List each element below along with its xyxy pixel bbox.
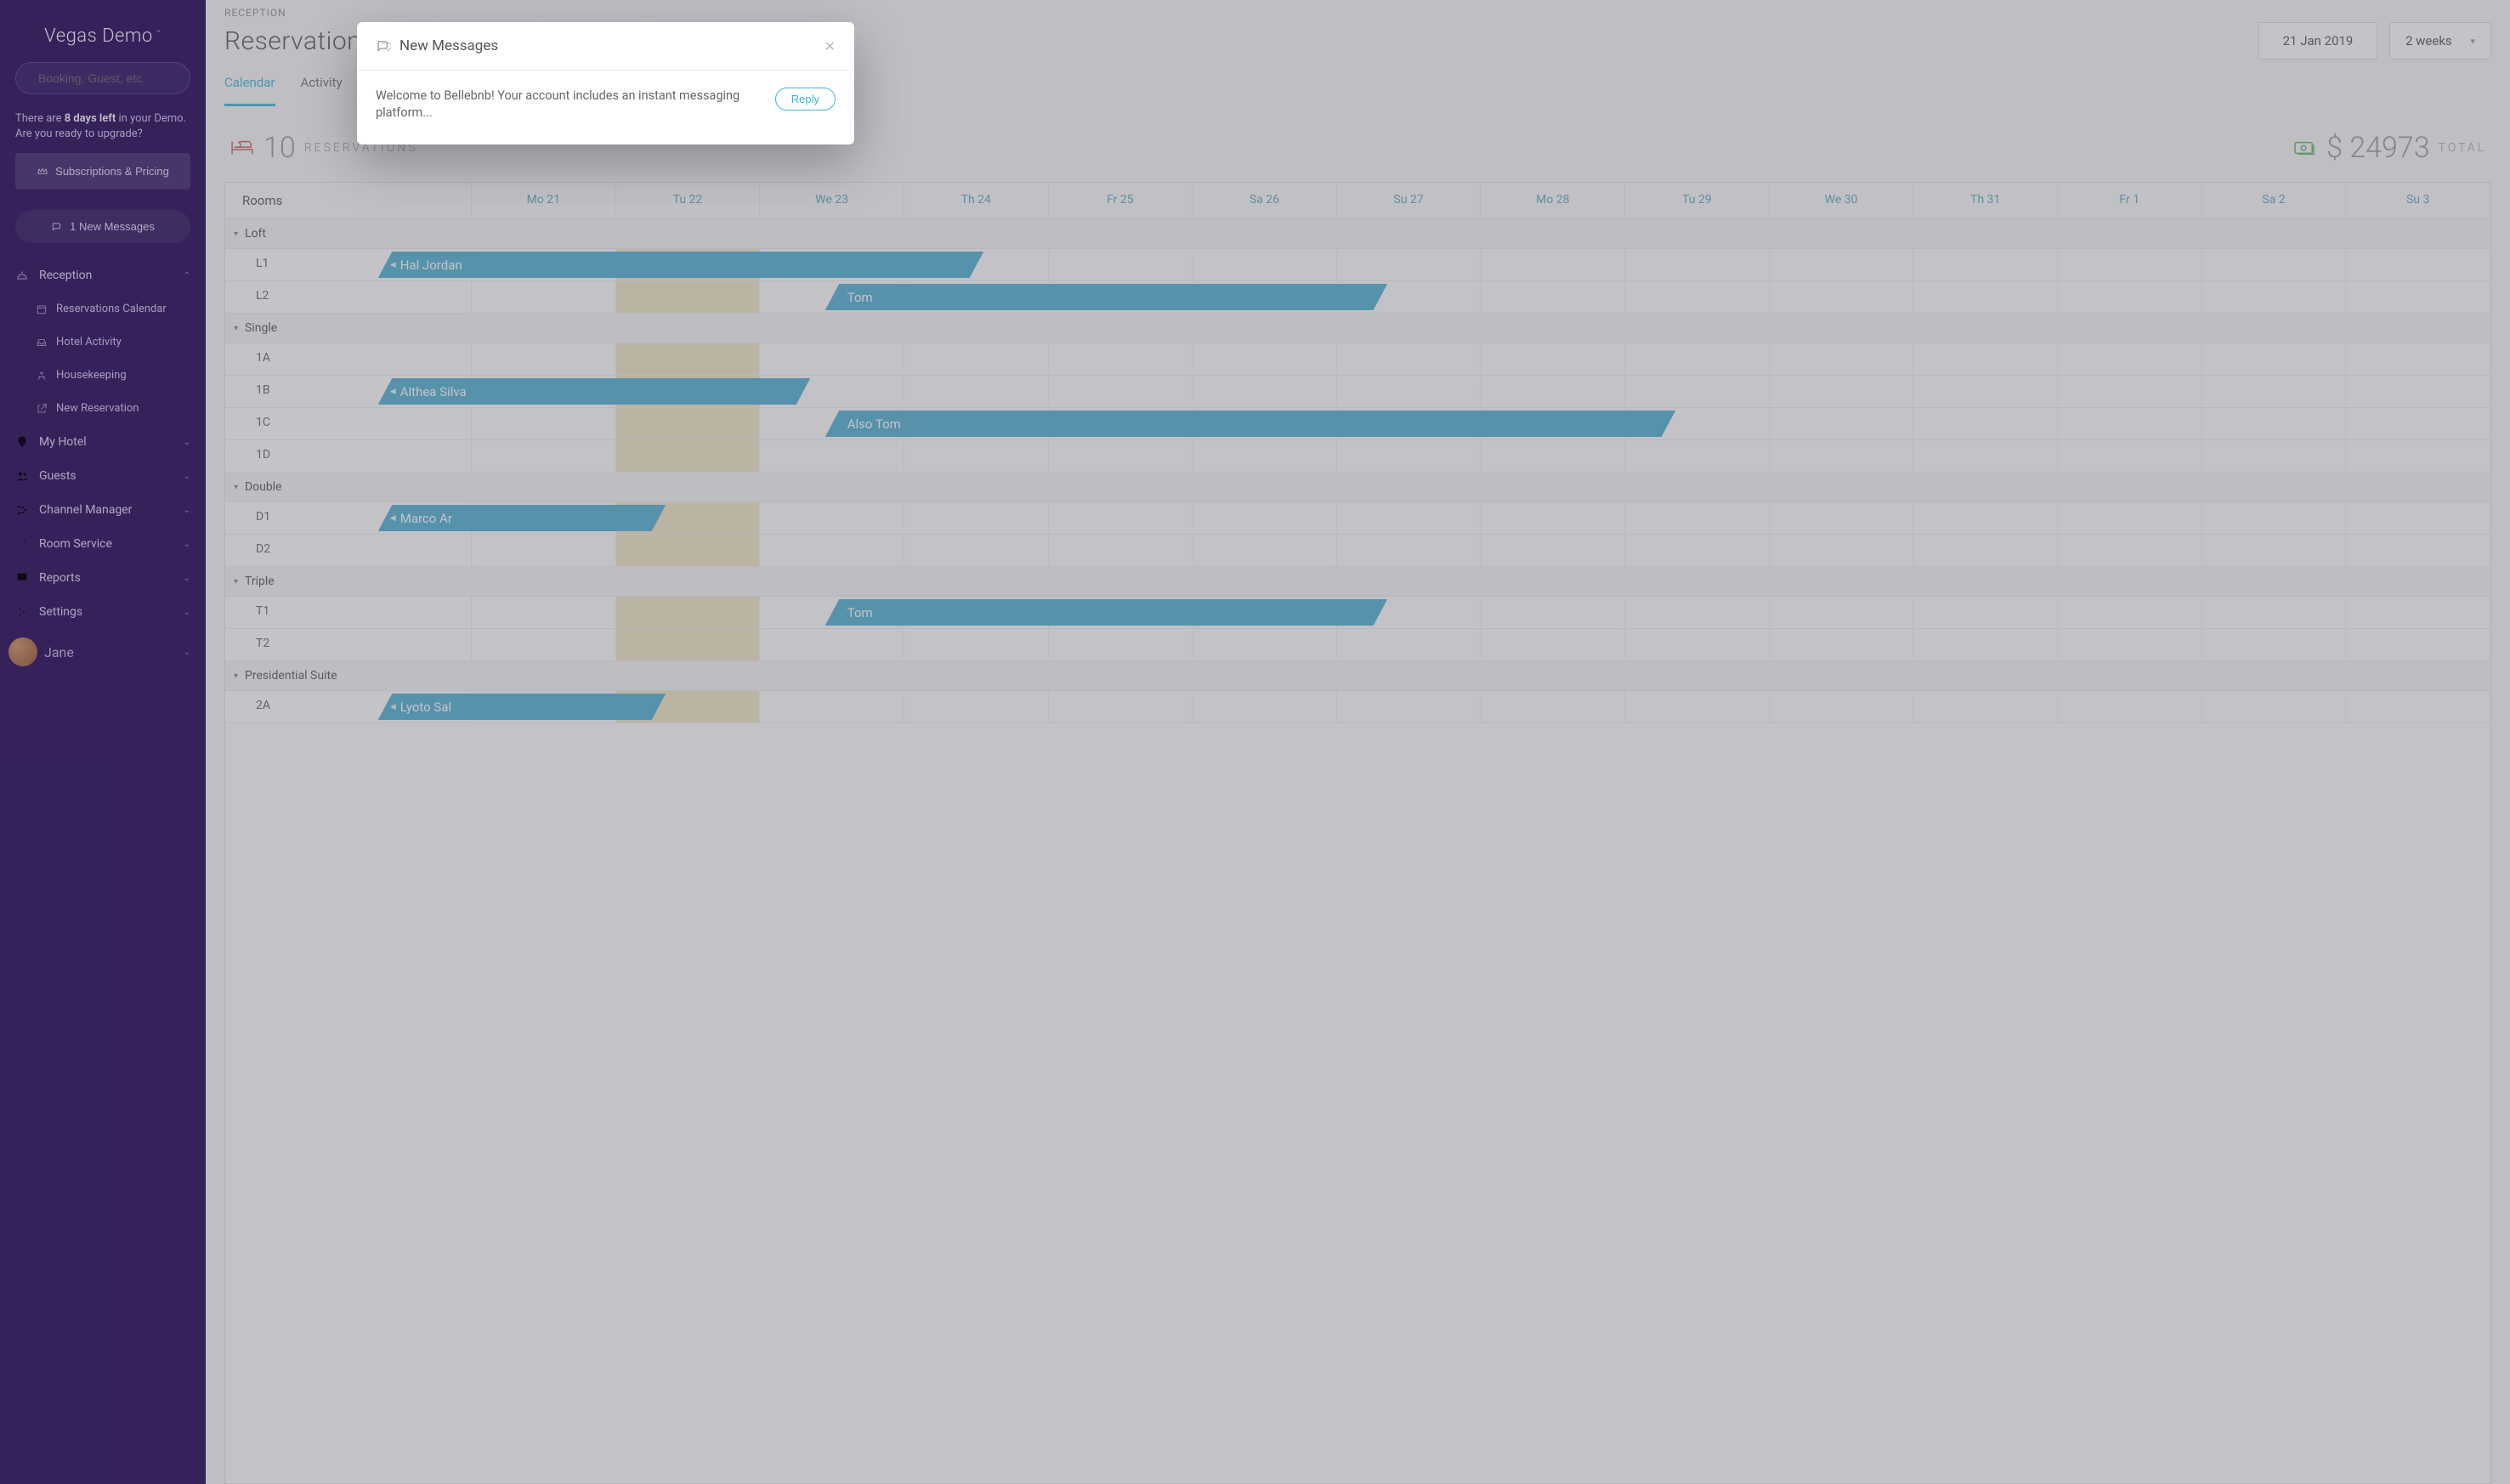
modal-title: New Messages (399, 37, 498, 54)
modal-overlay[interactable] (206, 0, 2510, 1484)
user-menu[interactable]: Jane ⌄ (0, 629, 206, 678)
chevron-down-icon: ⌄ (184, 540, 190, 549)
chat-icon (376, 38, 391, 54)
external-link-icon (36, 403, 48, 415)
reply-button[interactable]: Reply (775, 88, 836, 110)
new-messages-modal: New Messages ✕ Welcome to Bellebnb! Your… (357, 22, 854, 144)
nav-guests[interactable]: Guests⌄ (0, 459, 206, 493)
nav: Reception⌃ Reservations Calendar Hotel A… (0, 258, 206, 1484)
user-name: Jane (44, 644, 74, 660)
hotel-switcher[interactable]: Vegas Demo (0, 10, 206, 62)
main: RECEPTION Reservations 21 Jan 2019 2 wee… (206, 0, 2510, 1484)
sliders-icon (15, 605, 29, 619)
nav-settings[interactable]: Settings⌄ (0, 595, 206, 629)
modal-body-text: Welcome to Bellebnb! Your account includ… (376, 88, 760, 122)
crown-icon (37, 166, 48, 178)
chevron-down-icon: ⌄ (184, 608, 190, 617)
nav-reports[interactable]: Reports⌄ (0, 561, 206, 595)
inbox-icon (36, 337, 48, 348)
chevron-down-icon: ⌄ (184, 648, 190, 657)
nav-room-service[interactable]: Room Service⌄ (0, 527, 206, 561)
chat-icon (51, 221, 63, 233)
chevron-down-icon: ⌄ (184, 438, 190, 447)
calendar-icon (36, 303, 48, 315)
search-input[interactable] (38, 71, 192, 85)
utensils-icon (15, 537, 29, 551)
nav-reservations-calendar[interactable]: Reservations Calendar (0, 292, 206, 326)
nav-new-reservation[interactable]: New Reservation (0, 392, 206, 425)
subscriptions-button[interactable]: Subscriptions & Pricing (15, 153, 190, 190)
avatar (8, 637, 37, 666)
chevron-down-icon: ⌄ (184, 472, 190, 481)
people-icon (15, 469, 29, 483)
sidebar: Vegas Demo There are 8 days left in your… (0, 0, 206, 1484)
new-messages-button[interactable]: 1 New Messages (15, 210, 190, 243)
nav-hotel-activity[interactable]: Hotel Activity (0, 326, 206, 359)
nav-housekeeping[interactable]: Housekeeping (0, 359, 206, 392)
branch-icon (15, 503, 29, 517)
pin-icon (15, 435, 29, 449)
demo-note: There are 8 days left in your Demo. Are … (0, 111, 206, 141)
nav-my-hotel[interactable]: My Hotel⌄ (0, 425, 206, 459)
presentation-icon (15, 571, 29, 585)
bell-icon (15, 269, 29, 282)
nav-reception[interactable]: Reception⌃ (0, 258, 206, 292)
close-icon[interactable]: ✕ (824, 38, 836, 54)
search-box[interactable] (15, 62, 190, 94)
chevron-down-icon: ⌄ (184, 574, 190, 583)
chevron-up-icon: ⌃ (184, 271, 190, 280)
sparkle-icon (36, 370, 48, 382)
nav-channel-manager[interactable]: Channel Manager⌄ (0, 493, 206, 527)
chevron-down-icon: ⌄ (184, 506, 190, 515)
